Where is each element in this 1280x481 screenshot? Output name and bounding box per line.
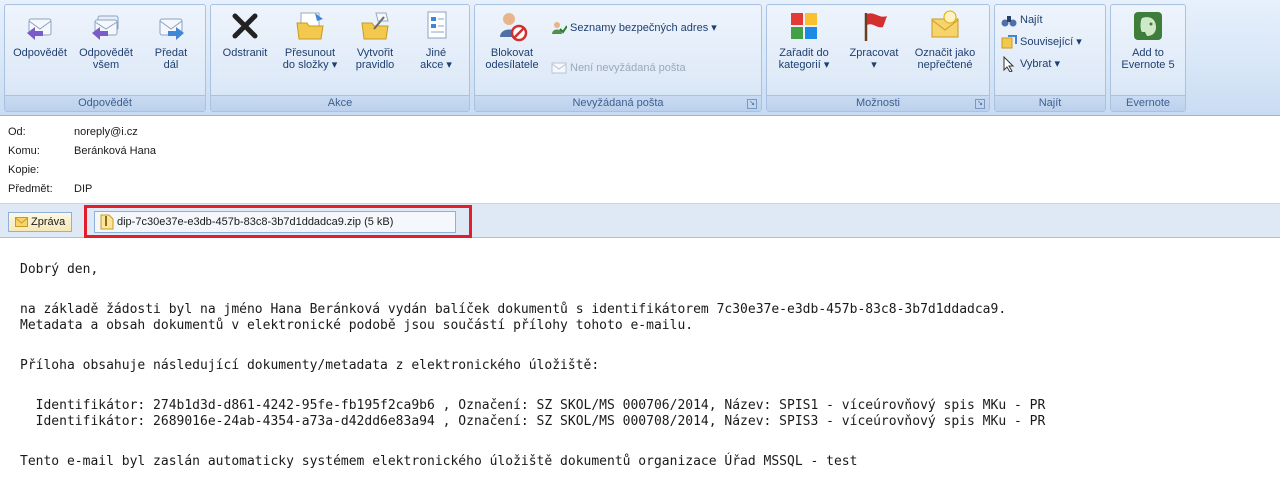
- reply-label: Odpovědět: [13, 47, 67, 59]
- other-actions-label1: Jiné: [425, 47, 447, 59]
- other-actions-label2: akce ▾: [420, 59, 452, 71]
- reply-icon: [27, 18, 52, 40]
- create-rule-icon: [361, 12, 389, 40]
- body-document-line: Identifikátor: 2689016e-24ab-4354-a73a-d…: [20, 414, 1046, 429]
- block-sender-button[interactable]: Blokovat odesílatele: [479, 9, 545, 71]
- envelope-icon: [15, 217, 28, 228]
- evernote-label1: Add to: [1132, 47, 1164, 59]
- categorize-icon: [791, 13, 817, 39]
- body-footer: Tento e-mail byl zaslán automaticky syst…: [20, 454, 858, 469]
- body-paragraph1-line2: Metadata a obsah dokumentů v elektronick…: [20, 318, 694, 333]
- add-to-evernote-button[interactable]: Add to Evernote 5: [1115, 9, 1181, 71]
- mark-unread-button[interactable]: Označit jako nepřečtené: [907, 9, 983, 71]
- mark-unread-label1: Označit jako: [914, 47, 976, 59]
- body-document-line: Identifikátor: 274b1d3d-d861-4242-95fe-f…: [20, 398, 1046, 413]
- message-body: Dobrý den, na základě žádosti byl na jmé…: [0, 238, 1280, 481]
- options-dialog-launcher-icon[interactable]: ↘: [975, 99, 985, 109]
- create-rule-button[interactable]: Vytvořit pravidlo: [345, 9, 405, 71]
- follow-up-label1: Zpracovat: [849, 47, 899, 59]
- move-folder-icon: [296, 12, 324, 40]
- follow-up-button[interactable]: Zpracovat ▾: [841, 9, 907, 71]
- attachment-highlight-box: [84, 205, 472, 238]
- body-greeting: Dobrý den,: [20, 262, 99, 277]
- related-label: Související ▾: [1020, 36, 1082, 48]
- group-evernote: Add to Evernote 5 Evernote: [1110, 4, 1186, 112]
- evernote-label2: Evernote 5: [1121, 59, 1175, 71]
- create-rule-label2: pravidlo: [355, 59, 395, 71]
- message-tab[interactable]: Zpráva: [8, 212, 73, 232]
- safe-lists-button[interactable]: Seznamy bezpečných adres ▾: [551, 19, 717, 37]
- block-sender-label2: odesílatele: [485, 59, 539, 71]
- related-icon: [1001, 35, 1017, 49]
- junk-dialog-launcher-icon[interactable]: ↘: [747, 99, 757, 109]
- move-label1: Přesunout: [284, 47, 336, 59]
- reply-all-icon: [92, 15, 119, 40]
- message-tab-label: Zpráva: [31, 216, 66, 228]
- group-label-junk: Nevyžádaná pošta: [475, 95, 761, 111]
- other-actions-button[interactable]: Jiné akce ▾: [407, 9, 465, 71]
- related-button[interactable]: Související ▾: [1001, 33, 1082, 51]
- move-label2: do složky ▾: [282, 59, 338, 71]
- ribbon: Odpovědět Odpovědět všem Předat dál Odpo…: [0, 0, 1280, 116]
- cursor-select-icon: [1003, 56, 1015, 73]
- forward-icon: [159, 18, 184, 40]
- mark-unread-label2: nepřečtené: [917, 59, 973, 71]
- reply-all-label1: Odpovědět: [79, 47, 133, 59]
- follow-up-label2: ▾: [871, 59, 877, 71]
- binoculars-icon: [1001, 16, 1017, 27]
- group-options: Zařadit do kategorií ▾ Zpracovat ▾ Označ…: [766, 4, 990, 112]
- create-rule-label1: Vytvořit: [356, 47, 394, 59]
- not-junk-button[interactable]: Není nevyžádaná pošta: [551, 59, 686, 77]
- delete-icon: [232, 13, 258, 39]
- from-value[interactable]: noreply@i.cz: [74, 124, 138, 140]
- group-junk: Blokovat odesílatele Seznamy bezpečných …: [474, 4, 762, 112]
- forward-label1: Předat: [154, 47, 188, 59]
- categorize-button[interactable]: Zařadit do kategorií ▾: [769, 9, 839, 71]
- reply-all-button[interactable]: Odpovědět všem: [73, 9, 139, 71]
- subject-label: Předmět:: [8, 183, 53, 195]
- group-label-evernote: Evernote: [1111, 95, 1185, 111]
- follow-up-flag-icon: [864, 13, 887, 41]
- safe-lists-label: Seznamy bezpečných adres ▾: [570, 22, 717, 34]
- find-button[interactable]: Najít: [1001, 11, 1043, 29]
- delete-label: Odstranit: [222, 47, 268, 59]
- not-junk-icon: [551, 62, 567, 74]
- group-label-options: Možnosti: [767, 95, 989, 111]
- message-header: Od: noreply@i.cz Komu: Beránková Hana Ko…: [0, 116, 1280, 204]
- subject-value: DIP: [74, 183, 93, 195]
- body-paragraph2: Příloha obsahuje následující dokumenty/m…: [20, 358, 600, 373]
- forward-button[interactable]: Předat dál: [141, 9, 201, 71]
- to-value[interactable]: Beránková Hana: [74, 143, 156, 159]
- body-paragraph1-line1: na základě žádosti byl na jméno Hana Ber…: [20, 302, 1007, 317]
- other-actions-icon: [427, 11, 447, 39]
- group-label-actions: Akce: [211, 95, 469, 111]
- categorize-label1: Zařadit do: [779, 47, 829, 59]
- forward-label2: dál: [163, 59, 179, 71]
- reply-all-label2: všem: [92, 59, 120, 71]
- move-to-folder-button[interactable]: Přesunout do složky ▾: [277, 9, 343, 71]
- evernote-elephant-icon: [1134, 12, 1162, 40]
- select-button[interactable]: Vybrat ▾: [1001, 55, 1060, 73]
- group-label-reply: Odpovědět: [5, 95, 205, 111]
- categorize-label2: kategorií ▾: [778, 59, 830, 71]
- safe-lists-icon: [552, 22, 567, 35]
- group-reply: Odpovědět Odpovědět všem Předat dál Odpo…: [4, 4, 206, 112]
- block-sender-icon: [500, 13, 528, 42]
- to-label: Komu:: [8, 145, 40, 157]
- find-label: Najít: [1020, 14, 1043, 26]
- group-actions: Odstranit Přesunout do složky ▾ Vytvořit…: [210, 4, 470, 112]
- select-label: Vybrat ▾: [1020, 58, 1060, 70]
- delete-button[interactable]: Odstranit: [215, 9, 275, 59]
- cc-label: Kopie:: [8, 164, 40, 176]
- block-sender-label1: Blokovat: [490, 47, 534, 59]
- from-label: Od:: [8, 126, 26, 138]
- reply-button[interactable]: Odpovědět: [9, 9, 71, 59]
- not-junk-label: Není nevyžádaná pošta: [570, 62, 686, 74]
- group-label-find: Najít: [995, 95, 1105, 111]
- group-find: Najít Související ▾ Vybrat ▾ Najít: [994, 4, 1106, 112]
- mark-unread-icon: [931, 10, 959, 38]
